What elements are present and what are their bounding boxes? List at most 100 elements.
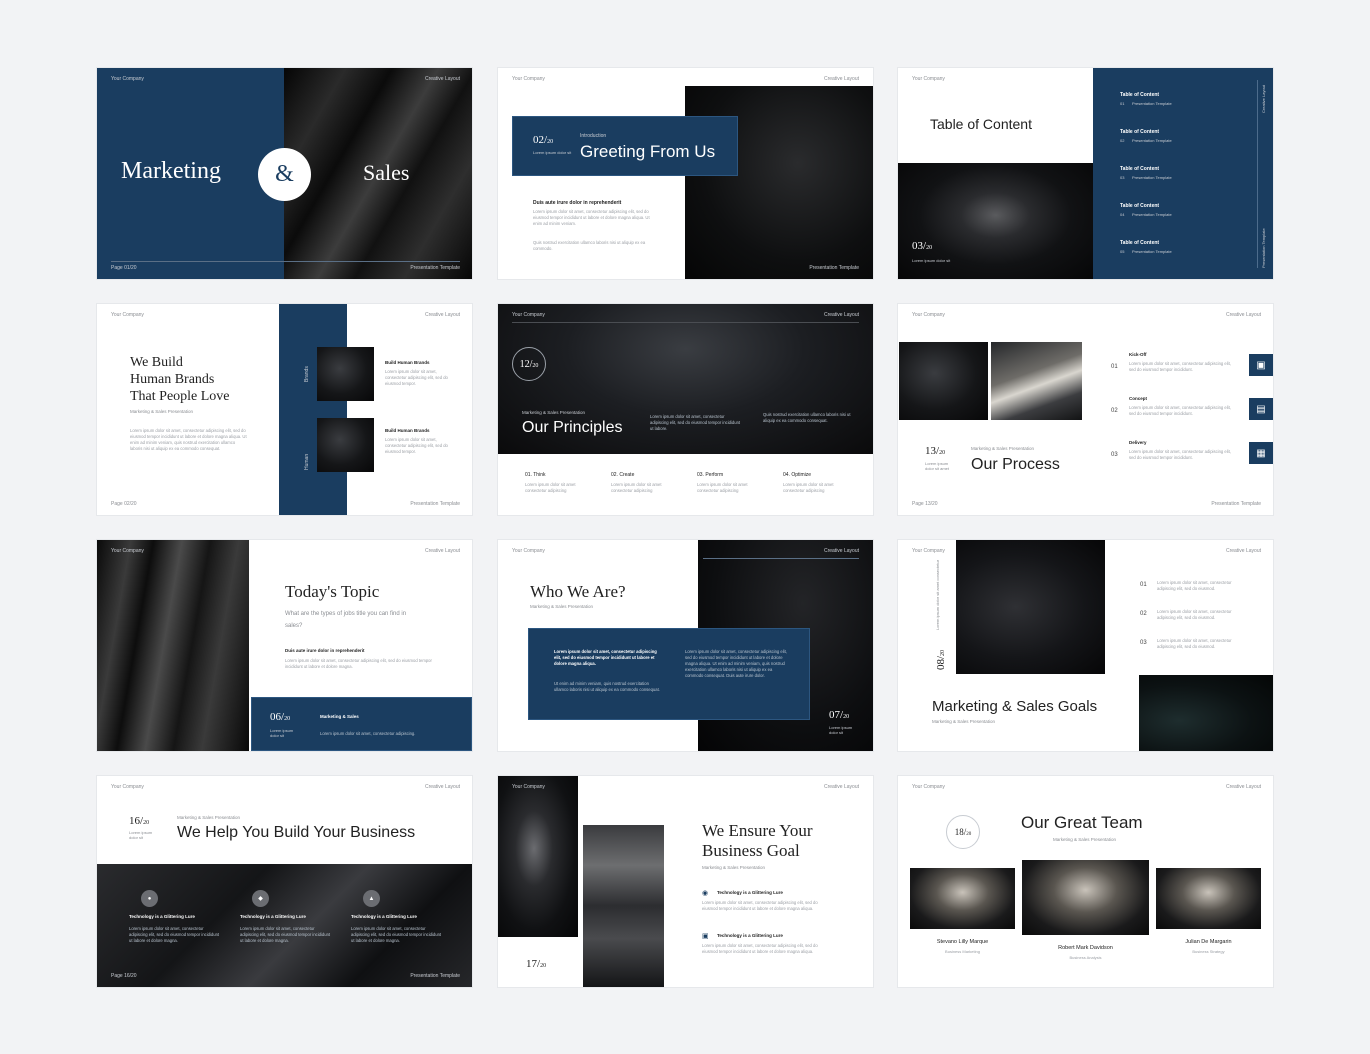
vertical-template-label: Presentation Template xyxy=(1261,228,1266,268)
id-card-icon[interactable]: ▣ xyxy=(1249,354,1273,376)
slide-number: 17/20 xyxy=(526,958,547,970)
slide-title: Our Process xyxy=(971,456,1060,473)
toc-item-number: 01 xyxy=(1120,101,1125,106)
slide-ensure-goal[interactable]: Your Company Creative Layout 17/20 We En… xyxy=(498,776,873,987)
slide-title: We Build Human Brands That People Love xyxy=(130,355,230,404)
briefcase-icon[interactable]: ▦ xyxy=(1249,442,1273,464)
item-title: Technology is a Glittering Lure xyxy=(717,890,783,895)
kicker: Marketing & Sales Presentation xyxy=(971,446,1035,451)
toc-item-subtitle: Presentation Template xyxy=(1132,138,1172,143)
subtitle: Marketing & Sales Presentation xyxy=(932,719,996,724)
chart-icon: ● xyxy=(141,890,158,907)
slide-we-build[interactable]: Your Company Creative Layout We Build Hum… xyxy=(97,304,472,515)
lightbulb-icon: ◆ xyxy=(252,890,269,907)
camera-photo xyxy=(899,342,988,420)
slide-title: Who We Are? xyxy=(530,582,626,601)
step-desc: Lorem ipsum dolor sit amet, consectetur … xyxy=(1129,449,1231,460)
toc-item-subtitle: Presentation Template xyxy=(1132,249,1172,254)
principle-desc: Lorem ipsum dolor sit amet consectetur a… xyxy=(525,482,576,493)
number-circle: 12/20 xyxy=(512,347,546,381)
help-col-desc: Lorem ipsum dolor sit amet, consectetur … xyxy=(351,926,442,943)
toc-panel xyxy=(1093,68,1273,279)
principle-title: 02. Create xyxy=(611,472,635,478)
vertical-sub: Lorem ipsum dolor sit amet consectetur xyxy=(935,559,940,630)
layout-label: Creative Layout xyxy=(424,312,460,318)
divider xyxy=(703,558,859,559)
body-text: Lorem ipsum dolor sit amet, consectetur … xyxy=(130,428,247,451)
toc-item-subtitle: Presentation Template xyxy=(1132,101,1172,106)
principle-title: 04. Optimize xyxy=(783,472,812,478)
layout-label: Creative Layout xyxy=(1225,312,1261,318)
number-sub: Lorem ipsum dolor sit xyxy=(533,150,572,155)
slide-greeting[interactable]: Your Company Creative Layout 02/20 Lorem… xyxy=(498,68,873,279)
keyboard-photo xyxy=(956,540,1105,674)
item-desc: Lorem ipsum dolor sit amet, consectetur … xyxy=(702,900,818,911)
page-label: Page 13/20 xyxy=(912,501,938,507)
layout-label: Creative Layout xyxy=(823,312,859,318)
slide-marketing-sales[interactable]: Your Company Creative Layout Marketing &… xyxy=(97,68,472,279)
principle-title: 01. Think xyxy=(525,472,546,478)
layout-label: Creative Layout xyxy=(424,76,460,82)
step-title: Concept xyxy=(1129,396,1147,401)
divider xyxy=(111,261,460,262)
slide-who-we-are[interactable]: Your Company Creative Layout Who We Are?… xyxy=(498,540,873,751)
motorbike-photo-1 xyxy=(317,347,374,401)
topic-box: 06/20 Lorem ipsum dolor sit Marketing & … xyxy=(251,697,472,751)
body-text: Lorem ipsum dolor sit amet, consectetur … xyxy=(285,658,432,669)
slide-our-team[interactable]: Your Company Creative Layout 18/20 Our G… xyxy=(898,776,1273,987)
toc-item-number: 02 xyxy=(1120,138,1125,143)
step-number: 01 xyxy=(1111,364,1118,370)
brand-text-1: Lorem ipsum dolor sit amet, consectetur … xyxy=(385,369,448,386)
goal-number: 02 xyxy=(1140,611,1147,617)
step-title: Kick-Off xyxy=(1129,352,1147,357)
company-label: Your Company xyxy=(512,784,545,790)
vertical-layout-label: Creative Layout xyxy=(1261,84,1266,113)
slide-table-of-content[interactable]: Your Company Table of Content 03/20 Lore… xyxy=(898,68,1273,279)
number-sub: Lorem ipsum dolor sit amet xyxy=(925,461,950,471)
subtitle: Marketing & Sales Presentation xyxy=(1053,837,1117,842)
folder-icon[interactable]: ▤ xyxy=(1249,398,1273,420)
slide-number: 08/20 xyxy=(935,649,947,670)
toc-item-title[interactable]: Table of Content xyxy=(1120,240,1159,246)
slide-our-principles[interactable]: Your Company Creative Layout 12/20 Marke… xyxy=(498,304,873,515)
street-photo xyxy=(583,825,664,987)
item-title: Technology is a Glittering Lure xyxy=(717,933,783,938)
team-name: Robert Mark Davidson xyxy=(1058,945,1113,951)
principle-desc: Lorem ipsum dolor sit amet consectetur a… xyxy=(697,482,748,493)
slide-number: 13/20 xyxy=(925,445,946,457)
principle-title: 03. Perform xyxy=(697,472,724,478)
layout-label: Creative Layout xyxy=(424,784,460,790)
kicker: Marketing & Sales Presentation xyxy=(177,815,241,820)
step-number: 03 xyxy=(1111,452,1118,458)
toc-item-title[interactable]: Table of Content xyxy=(1120,129,1159,135)
slide-number: 02/20 xyxy=(533,134,554,146)
fabric-photo xyxy=(97,540,249,751)
toc-item-number: 04 xyxy=(1120,212,1125,217)
toc-item-title[interactable]: Table of Content xyxy=(1120,166,1159,172)
step-desc: Lorem ipsum dolor sit amet, consectetur … xyxy=(1129,405,1231,416)
slide-todays-topic[interactable]: Your Company Creative Layout Today's Top… xyxy=(97,540,472,751)
slide-our-process[interactable]: Your Company Creative Layout 13/20 Lorem… xyxy=(898,304,1273,515)
company-label: Your Company xyxy=(512,548,545,554)
slide-help-build[interactable]: Your Company Creative Layout 16/20 Lorem… xyxy=(97,776,472,987)
template-label: Presentation Template xyxy=(1211,501,1261,507)
box-text: Lorem ipsum dolor sit amet, consectetur … xyxy=(320,731,416,736)
goal-desc: Lorem ipsum dolor sit amet, consectetur … xyxy=(1157,638,1232,649)
motorbike-photo-2 xyxy=(317,418,374,472)
subtitle: Marketing & Sales Presentation xyxy=(702,865,766,870)
toc-item-title[interactable]: Table of Content xyxy=(1120,203,1159,209)
slide-title: Marketing & Sales Goals xyxy=(932,698,1098,715)
ampersand: & xyxy=(275,161,294,187)
vertical-label-1: Brands xyxy=(304,366,310,382)
company-label: Your Company xyxy=(912,784,945,790)
number-sub: Lorem ipsum dolor sit xyxy=(912,258,951,263)
page-label: Page 01/20 xyxy=(111,265,137,271)
layout-label: Creative Layout xyxy=(424,548,460,554)
help-col-desc: Lorem ipsum dolor sit amet, consectetur … xyxy=(129,926,220,943)
layout-label: Creative Layout xyxy=(823,76,859,82)
slide-marketing-goals[interactable]: Your Company Creative Layout 08/20 Lorem… xyxy=(898,540,1273,751)
company-label: Your Company xyxy=(512,76,545,82)
number-sub: Lorem ipsum dolor sit xyxy=(270,728,294,738)
toc-item-title[interactable]: Table of Content xyxy=(1120,92,1159,98)
info-text-1: Lorem ipsum dolor sit amet, consectetur … xyxy=(554,649,657,666)
